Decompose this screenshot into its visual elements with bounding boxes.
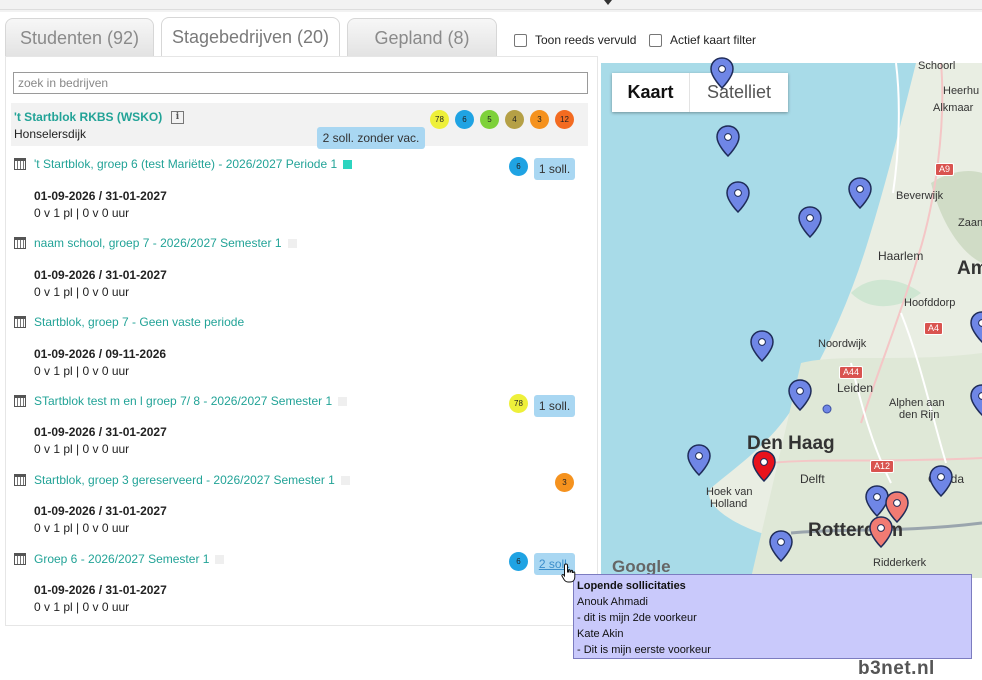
map-pin-icon[interactable]: [710, 57, 734, 89]
map-pin-icon[interactable]: [726, 181, 750, 213]
map-pin-icon[interactable]: [885, 491, 909, 523]
popup-title: Lopende sollicitaties: [577, 580, 686, 592]
map-pin-icon[interactable]: [848, 177, 872, 209]
map-pin-icon[interactable]: [929, 465, 953, 497]
sollicitaties-popup: Lopende sollicitaties Anouk Ahmadi - dit…: [573, 574, 972, 659]
hand-cursor-icon: [561, 563, 576, 583]
map-pin-icon[interactable]: [788, 379, 812, 411]
map-pin-icon[interactable]: [687, 444, 711, 476]
brand-logo: b3net.nl: [858, 658, 935, 679]
map-pin-icon[interactable]: [769, 530, 793, 562]
popup-line: - Dit is mijn eerste voorkeur: [577, 644, 711, 656]
map-pin-icon[interactable]: [970, 384, 982, 416]
popup-line: Kate Akin: [577, 628, 624, 640]
map-pin-icon[interactable]: [716, 125, 740, 157]
map-pin-icon[interactable]: [798, 206, 822, 238]
map-pin-icon[interactable]: [865, 485, 889, 517]
map-pin-icon[interactable]: [970, 311, 982, 343]
map-pin-icon[interactable]: [750, 330, 774, 362]
map-pin-icon[interactable]: [869, 516, 893, 548]
map-pin-selected-icon[interactable]: [752, 450, 776, 482]
popup-line: - dit is mijn 2de voorkeur: [577, 612, 697, 624]
popup-line: Anouk Ahmadi: [577, 596, 648, 608]
